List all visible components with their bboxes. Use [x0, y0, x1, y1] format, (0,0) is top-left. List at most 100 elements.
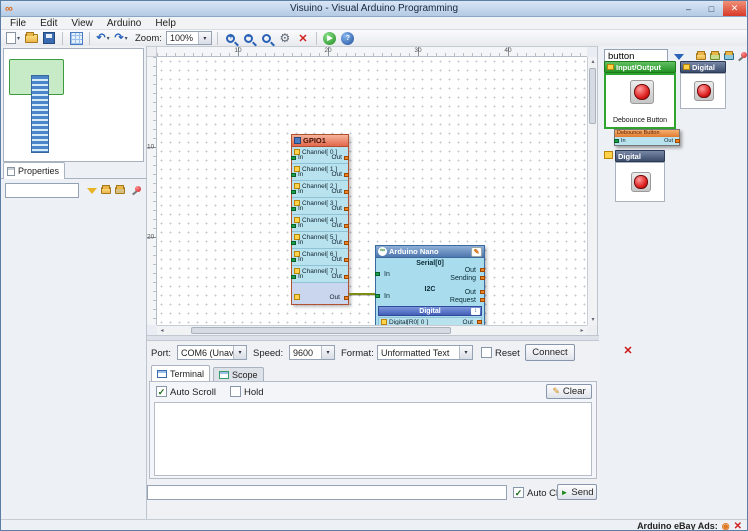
pin-out[interactable]	[344, 224, 349, 228]
pin-in[interactable]	[291, 173, 296, 177]
pin-out[interactable]	[344, 207, 349, 211]
menu-arduino[interactable]: Arduino	[100, 17, 148, 30]
port-select[interactable]: COM6 (Unav▾	[177, 345, 247, 360]
close-terminal-panel-button[interactable]: ✕	[621, 344, 635, 358]
pin-in[interactable]	[291, 258, 296, 262]
new-project-button[interactable]: ▾	[5, 31, 21, 46]
send-input[interactable]	[147, 485, 507, 500]
gpio-out-pin[interactable]	[344, 296, 349, 300]
edit-arduino-button[interactable]: ✎	[471, 247, 482, 257]
category-input-output[interactable]: Input/Output	[604, 61, 676, 73]
horizontal-scrollbar[interactable]: ◂ ▸	[157, 325, 587, 335]
dropdown-icon[interactable]: ▾	[321, 346, 334, 359]
tab-properties[interactable]: Properties	[3, 162, 65, 179]
zoom-fit-button[interactable]	[259, 31, 275, 46]
redo-button[interactable]: ↷▾	[113, 31, 129, 46]
digital-section-header[interactable]: Digital ↕	[378, 306, 482, 316]
gpio-channel[interactable]: Channel[ 5 ] InOut	[292, 232, 348, 249]
pin-in[interactable]	[291, 156, 296, 160]
pin-palette-icon[interactable]	[735, 50, 748, 63]
category-icon[interactable]	[604, 151, 613, 159]
pin-out[interactable]	[344, 190, 349, 194]
gpio-channel[interactable]: Channel[ 1 ] InOut	[292, 164, 348, 181]
format-select[interactable]: Unformatted Text▾	[377, 345, 473, 360]
digital-channel[interactable]: Digital[R0[ 0 ] Out	[378, 317, 482, 325]
gpio-channel[interactable]: Channel[ 4 ] InOut	[292, 215, 348, 232]
pin-properties-icon[interactable]	[129, 184, 142, 197]
dropdown-icon[interactable]: ▾	[198, 32, 211, 44]
gpio-channel[interactable]: Channel[ 6 ] InOut	[292, 249, 348, 266]
clear-button[interactable]: ✎ Clear	[546, 384, 592, 399]
tab-scope[interactable]: Scope	[213, 367, 264, 381]
gpio-channel[interactable]: Channel[ 7 ] InOut	[292, 266, 348, 283]
auto-clear-checkbox[interactable]: ✓	[513, 487, 524, 498]
pin-in[interactable]	[291, 224, 296, 228]
dropdown-icon[interactable]: ▾	[459, 346, 472, 359]
arduino-in-pin[interactable]	[375, 272, 380, 276]
expand-collapse-icon[interactable]: ↕	[471, 308, 480, 315]
stop-button[interactable]: ✕	[295, 31, 311, 46]
ads-icon[interactable]: ◉	[722, 521, 730, 531]
category-digital[interactable]: Digital	[680, 61, 726, 73]
pin-out[interactable]	[344, 241, 349, 245]
collapse-categories-icon[interactable]	[113, 184, 126, 197]
auto-scroll-checkbox[interactable]: ✓	[156, 386, 167, 397]
i2c-out-pin[interactable]	[480, 290, 485, 294]
run-button[interactable]: ▶	[322, 31, 338, 46]
tab-terminal[interactable]: Terminal	[151, 365, 210, 381]
open-project-button[interactable]	[23, 31, 39, 46]
menu-view[interactable]: View	[64, 17, 100, 30]
zoom-select[interactable]: 100%▾	[166, 31, 212, 45]
dropdown-icon[interactable]: ▾	[125, 35, 128, 42]
properties-filter-input[interactable]	[5, 183, 79, 198]
zoom-in-button[interactable]: +	[223, 31, 239, 46]
speed-select[interactable]: 9600▾	[289, 345, 335, 360]
close-button[interactable]: ✕	[723, 1, 746, 16]
design-canvas[interactable]: GPIO1 Channel[ 0 ] InOut Channel[ 1 ] In…	[157, 57, 587, 325]
vertical-scrollbar[interactable]: ▴ ▾	[587, 57, 597, 325]
digital-out-pin[interactable]	[477, 320, 482, 324]
connect-button[interactable]: Connect	[525, 344, 575, 361]
terminal-output-area[interactable]	[154, 402, 592, 476]
i2c-in-pin[interactable]	[375, 294, 380, 298]
category-digital-2[interactable]: Digital	[615, 150, 665, 162]
gpio-body[interactable]: Out	[292, 283, 348, 304]
hold-checkbox[interactable]	[230, 386, 241, 397]
gpio-channel[interactable]: Channel[ 0 ] InOut	[292, 147, 348, 164]
i2c-request-pin[interactable]	[480, 298, 485, 302]
menu-help[interactable]: Help	[148, 17, 183, 30]
overview-minimap[interactable]	[3, 48, 144, 162]
reset-checkbox[interactable]	[481, 347, 492, 358]
gpio-channel[interactable]: Channel[ 3 ] InOut	[292, 198, 348, 215]
pin-out[interactable]	[344, 275, 349, 279]
pin-in[interactable]	[291, 275, 296, 279]
palette-item-debounce-button[interactable]: Debounce Button	[604, 73, 676, 129]
pin-out[interactable]	[344, 156, 349, 160]
filter-edit-icon[interactable]	[85, 184, 98, 197]
serial-out-pin[interactable]	[480, 268, 485, 272]
gpio-component[interactable]: GPIO1 Channel[ 0 ] InOut Channel[ 1 ] In…	[291, 134, 349, 305]
dropdown-icon[interactable]: ▾	[233, 346, 246, 359]
dropdown-icon[interactable]: ▾	[107, 35, 110, 42]
minimize-button[interactable]: –	[677, 1, 700, 16]
gpio-header[interactable]: GPIO1	[292, 135, 348, 147]
vertical-scroll-thumb[interactable]	[589, 68, 596, 124]
expand-categories-icon[interactable]	[99, 184, 112, 197]
pin-in[interactable]	[291, 241, 296, 245]
menu-file[interactable]: File	[3, 17, 33, 30]
maximize-button[interactable]: □	[700, 1, 723, 16]
zoom-out-button[interactable]: −	[241, 31, 257, 46]
menu-edit[interactable]: Edit	[33, 17, 64, 30]
save-project-button[interactable]	[41, 31, 57, 46]
undo-button[interactable]: ↶▾	[95, 31, 111, 46]
select-board-button[interactable]	[68, 31, 84, 46]
gpio-channel[interactable]: Channel[ 2 ] InOut	[292, 181, 348, 198]
arduino-component[interactable]: ∞ Arduino Nano ✎ Serial[0] Out Sending I…	[375, 245, 485, 325]
connection-wire[interactable]	[349, 293, 375, 295]
build-settings-button[interactable]: ⚙	[277, 31, 293, 46]
help-button[interactable]: ?	[340, 31, 356, 46]
palette-item-digital-button-2[interactable]	[615, 162, 665, 202]
palette-item-digital-button[interactable]	[680, 73, 726, 109]
send-button[interactable]: ► Send	[557, 484, 597, 500]
pin-out[interactable]	[344, 173, 349, 177]
